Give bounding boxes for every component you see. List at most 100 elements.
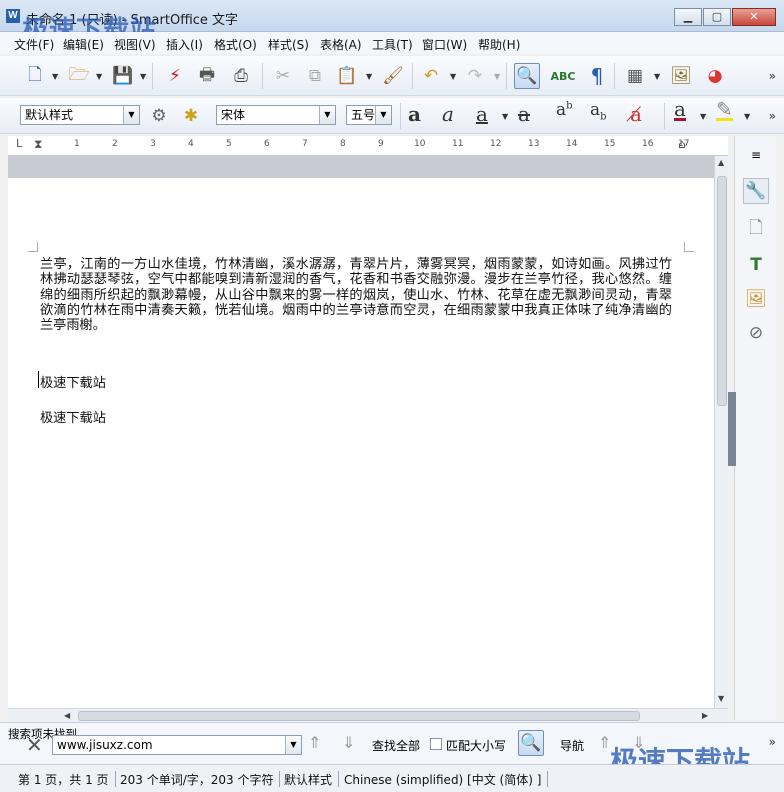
- paragraph-style-value: 默认样式: [25, 108, 74, 122]
- update-style-icon[interactable]: ⚙: [146, 103, 172, 129]
- text-cursor: [38, 371, 39, 388]
- new-style-icon[interactable]: ✱: [178, 103, 204, 129]
- find-replace-icon[interactable]: 🔍: [514, 63, 540, 89]
- minimize-button[interactable]: ▁: [674, 8, 702, 26]
- status-style: 默认样式: [284, 771, 340, 787]
- scroll-right-icon[interactable]: ▶: [702, 711, 708, 720]
- close-find-icon[interactable]: ✕: [26, 733, 43, 757]
- more-find-icon[interactable]: »: [769, 735, 776, 749]
- paragraph-style-select[interactable]: 默认样式 ▼: [20, 105, 140, 125]
- save-icon[interactable]: 💾: [110, 63, 136, 89]
- paste-icon[interactable]: 📋: [334, 63, 360, 89]
- find-replace-icon[interactable]: 🔍: [518, 730, 544, 756]
- document-line[interactable]: 极速下载站: [40, 407, 106, 426]
- indent-marker-icon[interactable]: ⧗: [34, 137, 42, 152]
- match-case-checkbox[interactable]: [430, 738, 442, 750]
- menu-table[interactable]: 表格(A): [320, 36, 362, 53]
- print-preview-icon[interactable]: ⎙: [228, 63, 254, 89]
- find-all-button[interactable]: 查找全部: [372, 737, 420, 754]
- menu-insert[interactable]: 插入(I): [166, 36, 203, 53]
- horizontal-scrollbar[interactable]: ◀ ▶: [8, 708, 728, 722]
- open-folder-icon[interactable]: 🗁: [66, 63, 92, 89]
- close-button[interactable]: ✕: [732, 8, 776, 26]
- font-color-icon[interactable]: a: [674, 99, 686, 121]
- menu-styles[interactable]: 样式(S): [268, 36, 309, 53]
- status-word-count: 203 个单词/字，203 个字符: [120, 771, 281, 787]
- clear-formatting-icon[interactable]: a̸: [630, 102, 642, 126]
- underline-icon[interactable]: a: [476, 102, 488, 126]
- undo-dropdown-icon[interactable]: ▼: [450, 72, 456, 81]
- tab-type-icon[interactable]: L: [16, 137, 22, 150]
- status-language[interactable]: Chinese (simplified) [中文 (简体) ]: [344, 771, 549, 787]
- insert-chart-icon[interactable]: ◕: [702, 63, 728, 89]
- export-pdf-icon[interactable]: ⚡: [162, 63, 188, 89]
- navigator-compass-icon[interactable]: ⊘: [743, 320, 769, 346]
- styles-icon[interactable]: T: [743, 252, 769, 278]
- chevron-down-icon: ▼: [319, 106, 335, 124]
- spellcheck-icon[interactable]: ABC: [550, 63, 576, 89]
- insert-image-icon[interactable]: 🖼: [668, 63, 694, 89]
- underline-dropdown-icon[interactable]: ▼: [502, 112, 508, 121]
- bold-icon[interactable]: a: [408, 102, 421, 126]
- superscript-icon[interactable]: ab: [556, 100, 573, 120]
- find-previous-icon[interactable]: ⇑: [308, 733, 321, 752]
- redo-icon[interactable]: ↷: [462, 63, 488, 89]
- more-tools-icon[interactable]: »: [769, 69, 776, 83]
- scroll-down-icon[interactable]: ▼: [718, 694, 724, 703]
- page-icon[interactable]: 🗋: [743, 216, 769, 242]
- formatting-marks-icon[interactable]: ¶: [584, 63, 610, 89]
- menu-view[interactable]: 视图(V): [114, 36, 156, 53]
- copy-icon[interactable]: ⧉: [302, 63, 328, 89]
- formatting-toolbar: 默认样式 ▼ ⚙ ✱ 宋体 ▼ 五号 ▼ a a a ▼ a ab ab a̸ …: [0, 98, 784, 134]
- print-icon[interactable]: 🖶: [194, 63, 220, 89]
- scroll-left-icon[interactable]: ◀: [64, 711, 70, 720]
- new-dropdown-icon[interactable]: ▼: [52, 72, 58, 81]
- highlight-dropdown-icon[interactable]: ▼: [744, 112, 750, 121]
- save-dropdown-icon[interactable]: ▼: [140, 72, 146, 81]
- sidebar-menu-icon[interactable]: ≡: [743, 142, 769, 168]
- new-document-icon[interactable]: 🗋: [22, 63, 48, 89]
- menu-help[interactable]: 帮助(H): [478, 36, 520, 53]
- navigate-label: 导航: [560, 739, 585, 753]
- table-dropdown-icon[interactable]: ▼: [654, 72, 660, 81]
- find-input[interactable]: www.jisuxz.com ▼: [52, 735, 302, 755]
- menu-edit[interactable]: 编辑(E): [63, 36, 104, 53]
- italic-icon[interactable]: a: [442, 102, 454, 126]
- sidebar-collapse-handle[interactable]: [728, 392, 736, 466]
- find-input-value: www.jisuxz.com: [57, 738, 153, 752]
- gallery-icon[interactable]: 🖼: [743, 286, 769, 312]
- font-size-select[interactable]: 五号 ▼: [346, 105, 392, 125]
- font-size-value: 五号: [351, 108, 376, 122]
- close-icon: ✕: [749, 10, 759, 23]
- horizontal-scroll-thumb[interactable]: [78, 711, 640, 721]
- more-format-icon[interactable]: »: [769, 109, 776, 123]
- document-line[interactable]: 极速下载站: [40, 372, 106, 391]
- cut-icon[interactable]: ✂: [270, 63, 296, 89]
- right-indent-icon[interactable]: ⌂: [678, 137, 686, 151]
- format-paintbrush-icon[interactable]: 🖌: [380, 63, 406, 89]
- paste-dropdown-icon[interactable]: ▼: [366, 72, 372, 81]
- strikethrough-icon[interactable]: a: [518, 102, 530, 126]
- highlight-icon[interactable]: ✎: [716, 99, 733, 121]
- menu-format[interactable]: 格式(O): [214, 36, 257, 53]
- open-dropdown-icon[interactable]: ▼: [96, 72, 102, 81]
- horizontal-ruler[interactable]: L ⧗ 1 2 3 4 5 6 7 8 9 10 11 12 13 14 15 …: [8, 136, 728, 156]
- menu-tools[interactable]: 工具(T): [372, 36, 413, 53]
- font-name-select[interactable]: 宋体 ▼: [216, 105, 336, 125]
- redo-dropdown-icon[interactable]: ▼: [494, 72, 500, 81]
- scroll-up-icon[interactable]: ▲: [718, 158, 724, 167]
- status-page: 第 1 页，共 1 页: [18, 771, 116, 787]
- vertical-scroll-thumb[interactable]: [717, 176, 727, 406]
- menu-window[interactable]: 窗口(W): [422, 36, 467, 53]
- insert-table-icon[interactable]: ▦: [622, 63, 648, 89]
- subscript-icon[interactable]: ab: [590, 100, 607, 122]
- maximize-button[interactable]: ▢: [703, 8, 731, 26]
- document-paragraph[interactable]: 兰亭，江南的一方山水佳境，竹林清幽，溪水潺潺，青翠片片，薄雾冥冥，烟雨蒙蒙，如诗…: [40, 257, 672, 333]
- properties-wrench-icon[interactable]: 🔧: [743, 178, 769, 204]
- undo-icon[interactable]: ↶: [418, 63, 444, 89]
- vertical-scrollbar[interactable]: ▲ ▼: [714, 156, 728, 708]
- find-next-icon[interactable]: ⇓: [342, 733, 355, 752]
- font-color-dropdown-icon[interactable]: ▼: [700, 112, 706, 121]
- menu-file[interactable]: 文件(F): [14, 36, 54, 53]
- minimize-icon: ▁: [683, 10, 693, 23]
